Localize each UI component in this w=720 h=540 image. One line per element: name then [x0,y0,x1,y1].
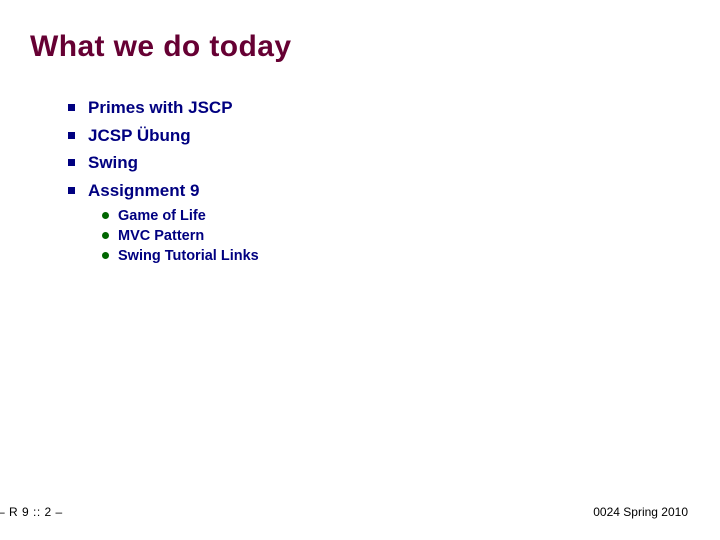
page-title: What we do today [30,30,292,63]
list-item-label: Swing [88,153,139,173]
slide-footer-left: – R 9 :: 2 – [0,505,63,519]
list-item-label: Primes with JSCP [88,98,233,117]
sub-list-item: Swing Tutorial Links [102,248,668,265]
dot-bullet-icon [102,227,118,243]
sub-list-item-label: Game of Life [118,208,206,225]
list-item: JCSP Übung [68,126,668,146]
content-list: Primes with JSCP JCSP Übung Swing Assign… [68,98,668,267]
square-bullet-icon [68,128,88,141]
sub-list-item: Game of Life [102,208,668,225]
list-item: Primes with JSCP [68,98,668,118]
sub-list: Game of Life MVC Pattern Swing Tutorial … [102,208,668,264]
sub-list-item: MVC Pattern [102,228,668,245]
list-item: Swing [68,153,668,173]
sub-list-item-label: Swing Tutorial Links [118,247,259,264]
slide: What we do today Primes with JSCP JCSP Ü… [0,0,720,540]
dot-bullet-icon [102,207,118,223]
square-bullet-icon [68,155,88,168]
list-item: Assignment 9 [68,181,668,201]
slide-footer-right: 0024 Spring 2010 [593,505,688,519]
dot-bullet-icon [102,247,118,263]
square-bullet-icon [68,100,88,113]
list-item-label: Assignment 9 [88,180,200,200]
list-item-label: JCSP Übung [88,125,191,145]
square-bullet-icon [68,183,88,196]
sub-list-item-label: MVC Pattern [118,227,205,244]
